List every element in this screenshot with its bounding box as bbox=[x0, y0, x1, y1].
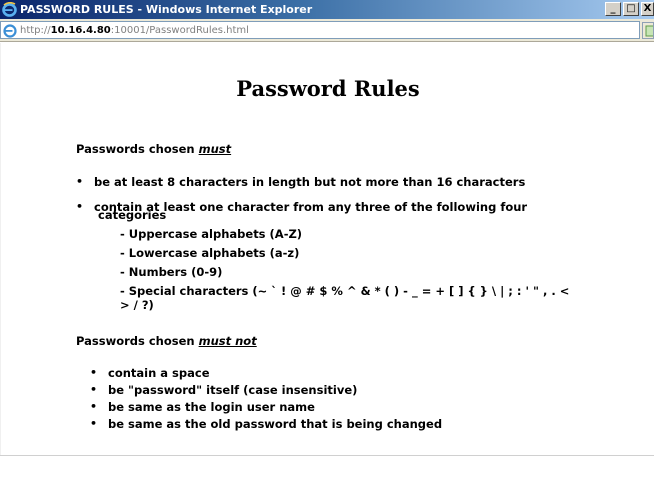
must-not-rule-text: be same as the login user name bbox=[108, 400, 315, 414]
bullet-icon: • bbox=[90, 400, 98, 413]
bullet-icon: • bbox=[90, 366, 98, 379]
bullet-icon: • bbox=[76, 200, 84, 213]
window-title: PASSWORD RULES - Windows Internet Explor… bbox=[20, 3, 313, 16]
must-rule-text-continued: categories bbox=[98, 208, 167, 222]
bullet-icon: • bbox=[90, 383, 98, 396]
url-host: 10.16.4.80 bbox=[50, 24, 111, 36]
window-controls: _ □ X bbox=[605, 2, 654, 16]
list-item: • be "password" itself (case insensitive… bbox=[90, 383, 357, 397]
category-item-continued: > / ?) bbox=[120, 298, 154, 312]
must-rule-text: be at least 8 characters in length but n… bbox=[94, 175, 526, 189]
go-button[interactable] bbox=[642, 22, 654, 39]
bullet-icon: • bbox=[90, 417, 98, 430]
must-not-rule-text: be "password" itself (case insensitive) bbox=[108, 383, 358, 397]
address-bar: http://10.16.4.80:10001/PasswordRules.ht… bbox=[0, 19, 654, 42]
list-item: • contain a space bbox=[90, 366, 210, 380]
list-item: • be at least 8 characters in length but… bbox=[76, 175, 525, 189]
internet-explorer-icon bbox=[2, 1, 17, 17]
bullet-icon: • bbox=[76, 175, 84, 188]
category-item: - Uppercase alphabets (A-Z) bbox=[120, 227, 303, 241]
must-not-heading-emphasis: must not bbox=[198, 334, 257, 348]
divider bbox=[0, 455, 654, 456]
must-not-section-heading: Passwords chosen must not bbox=[76, 334, 257, 348]
page-content: Password Rules Passwords chosen must • b… bbox=[0, 43, 654, 455]
address-url: http://10.16.4.80:10001/PasswordRules.ht… bbox=[20, 25, 249, 36]
category-item: - Special characters (~ ` ! @ # $ % ^ & … bbox=[120, 284, 570, 298]
must-not-heading-prefix: Passwords chosen bbox=[76, 334, 199, 348]
list-item: • be same as the old password that is be… bbox=[90, 417, 442, 431]
must-not-rule-text: be same as the old password that is bein… bbox=[108, 417, 443, 431]
title-bar: PASSWORD RULES - Windows Internet Explor… bbox=[0, 0, 654, 19]
address-input[interactable]: http://10.16.4.80:10001/PasswordRules.ht… bbox=[0, 21, 640, 39]
page-title: Password Rules bbox=[236, 76, 420, 101]
category-item: - Lowercase alphabets (a-z) bbox=[120, 246, 300, 260]
close-button[interactable]: X bbox=[641, 2, 654, 16]
list-item: • be same as the login user name bbox=[90, 400, 315, 414]
maximize-button[interactable]: □ bbox=[623, 2, 639, 16]
url-path: :10001/PasswordRules.html bbox=[110, 24, 249, 36]
must-section-heading: Passwords chosen must bbox=[76, 142, 231, 156]
must-not-rule-text: contain a space bbox=[108, 366, 210, 380]
url-protocol: http:// bbox=[20, 24, 51, 36]
category-item: - Numbers (0-9) bbox=[120, 265, 223, 279]
minimize-button[interactable]: _ bbox=[605, 2, 621, 16]
must-heading-emphasis: must bbox=[198, 142, 232, 156]
page-icon bbox=[3, 23, 17, 38]
must-heading-prefix: Passwords chosen bbox=[76, 142, 199, 156]
